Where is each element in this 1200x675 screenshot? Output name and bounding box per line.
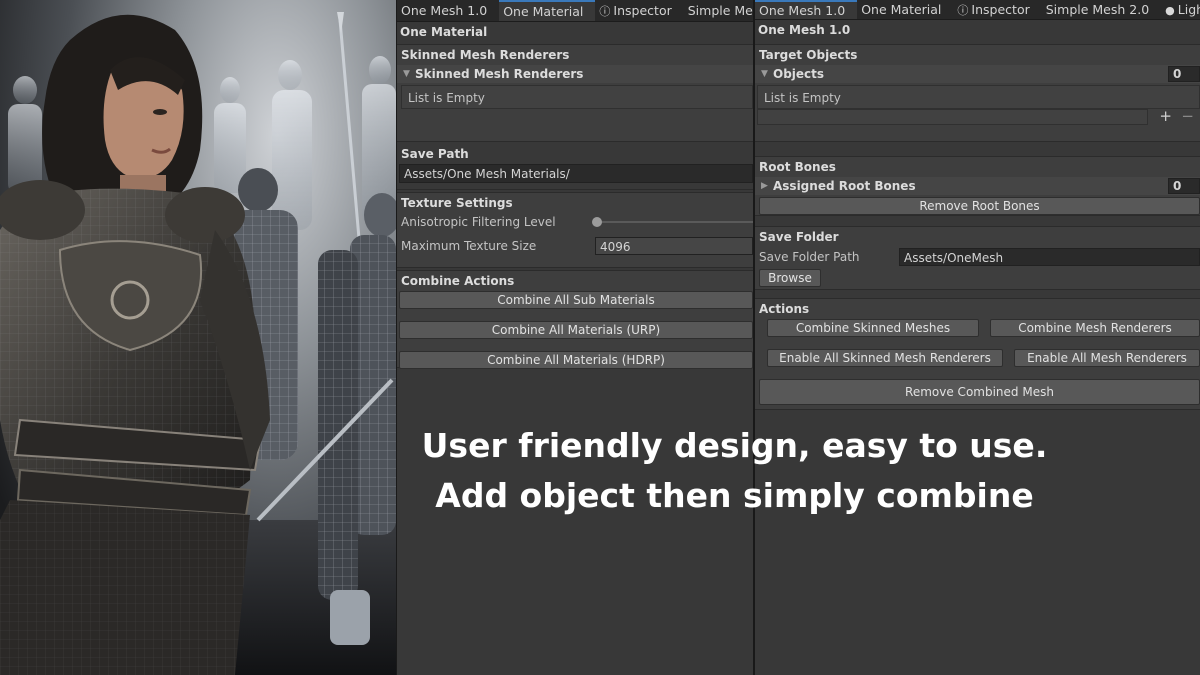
foldout-label: Skinned Mesh Renderers xyxy=(415,67,584,81)
aniso-row: Anisotropic Filtering Level xyxy=(397,213,753,231)
aniso-label: Anisotropic Filtering Level xyxy=(401,215,556,229)
save-folder-label: Save Folder Path xyxy=(759,250,860,264)
foldout-label: Assigned Root Bones xyxy=(773,179,916,193)
window-title: One Material xyxy=(400,25,488,39)
tab-label: One Material xyxy=(861,2,942,17)
tab-label: Lighti xyxy=(1177,2,1200,17)
save-path-section: Save Path Assets/One Mesh Materials/ xyxy=(397,144,753,190)
aniso-slider-thumb[interactable] xyxy=(592,217,602,227)
remove-item-button[interactable]: − xyxy=(1181,107,1194,125)
tab-label: One Material xyxy=(503,4,584,19)
remove-combined-mesh-button[interactable]: Remove Combined Mesh xyxy=(759,379,1200,405)
window-title: One Mesh 1.0 xyxy=(758,23,851,37)
add-item-button[interactable]: + xyxy=(1159,107,1172,125)
section-title: Save Folder xyxy=(759,230,839,244)
combine-sub-materials-button[interactable]: Combine All Sub Materials xyxy=(399,291,753,309)
tab-lighting[interactable]: ●Lighti xyxy=(1161,0,1200,19)
actions-section: Actions Combine Skinned Meshes Combine M… xyxy=(755,298,1200,410)
one-material-window: One Mesh 1.0 One Material ⓘ Inspector Sim… xyxy=(396,0,753,675)
objects-count-field[interactable]: 0 xyxy=(1168,66,1200,82)
bulb-icon: ● xyxy=(1165,4,1175,17)
max-texture-dropdown[interactable]: 4096 xyxy=(595,237,753,255)
triangle-down-icon: ▼ xyxy=(403,69,410,79)
combine-urp-button[interactable]: Combine All Materials (URP) xyxy=(399,321,753,339)
tab-simple-mesh[interactable]: Simple Mesh 2.0 xyxy=(1042,0,1161,19)
enable-skinned-renderers-button[interactable]: Enable All Skinned Mesh Renderers xyxy=(767,349,1003,367)
triangle-down-icon: ▼ xyxy=(761,69,768,79)
one-mesh-window: One Mesh 1.0 One Material ⓘ Inspector Sim… xyxy=(753,0,1200,675)
info-icon: ⓘ xyxy=(957,4,969,17)
tab-simple-mesh[interactable]: Simple Mesh 2 xyxy=(684,0,753,21)
objects-list: List is Empty xyxy=(757,85,1200,109)
tab-label: Inspector xyxy=(971,2,1030,17)
root-bones-foldout[interactable]: ▶ Assigned Root Bones 0 xyxy=(755,177,1200,195)
foldout-label: Objects xyxy=(773,67,825,81)
skinned-list: List is Empty xyxy=(401,85,753,109)
save-folder-section: Save Folder Save Folder Path Assets/OneM… xyxy=(755,226,1200,290)
target-objects-section: Target Objects ▼ Objects 0 List is Empty… xyxy=(755,44,1200,142)
remove-root-bones-button[interactable]: Remove Root Bones xyxy=(759,197,1200,215)
tab-label: Simple Mesh 2.0 xyxy=(1045,2,1150,17)
tab-label: Inspector xyxy=(613,3,672,18)
section-title: Root Bones xyxy=(759,160,836,174)
triangle-right-icon: ▶ xyxy=(761,181,768,191)
caption-line-1: User friendly design, easy to use. xyxy=(421,426,1048,465)
empty-list-label: List is Empty xyxy=(408,91,485,105)
max-texture-label: Maximum Texture Size xyxy=(401,239,537,253)
root-bones-section: Root Bones ▶ Assigned Root Bones 0 Remov… xyxy=(755,156,1200,216)
tab-one-material[interactable]: One Material xyxy=(857,0,953,19)
save-folder-field[interactable]: Assets/OneMesh xyxy=(899,248,1200,266)
root-bones-count-field[interactable]: 0 xyxy=(1168,178,1200,194)
objects-foldout[interactable]: ▼ Objects 0 xyxy=(755,65,1200,83)
info-icon: ⓘ xyxy=(599,5,611,18)
tab-label: Simple Mesh 2 xyxy=(687,3,753,18)
tab-one-mesh[interactable]: One Mesh 1.0 xyxy=(755,0,858,19)
actions-row-2: Enable All Skinned Mesh Renderers Enable… xyxy=(755,349,1200,367)
tab-label: One Mesh 1.0 xyxy=(401,3,488,18)
tab-inspector[interactable]: ⓘ Inspector xyxy=(595,0,683,21)
combine-skinned-meshes-button[interactable]: Combine Skinned Meshes xyxy=(767,319,979,337)
combine-actions-section: Combine Actions Combine All Sub Material… xyxy=(397,270,753,369)
empty-list-label: List is Empty xyxy=(764,91,841,105)
actions-row-1: Combine Skinned Meshes Combine Mesh Rend… xyxy=(755,319,1200,337)
section-title: Save Path xyxy=(401,147,469,161)
save-path-field[interactable]: Assets/One Mesh Materials/ xyxy=(399,164,753,183)
enable-mesh-renderers-button[interactable]: Enable All Mesh Renderers xyxy=(1014,349,1200,367)
panel2-tabbar: One Mesh 1.0 One Material ⓘ Inspector Sim… xyxy=(755,0,1200,20)
skinned-foldout[interactable]: ▼ Skinned Mesh Renderers xyxy=(397,65,753,83)
aniso-slider-track[interactable] xyxy=(597,221,753,223)
tab-inspector[interactable]: ⓘ Inspector xyxy=(953,0,1041,19)
warrior-artwork xyxy=(0,0,396,675)
section-title: Skinned Mesh Renderers xyxy=(401,48,570,62)
combine-hdrp-button[interactable]: Combine All Materials (HDRP) xyxy=(399,351,753,369)
section-title: Target Objects xyxy=(759,48,858,62)
section-title: Texture Settings xyxy=(401,196,513,210)
skinned-section: Skinned Mesh Renderers ▼ Skinned Mesh Re… xyxy=(397,44,753,142)
max-texture-row: Maximum Texture Size 4096 xyxy=(397,231,753,261)
save-folder-row: Save Folder Path Assets/OneMesh xyxy=(755,247,1200,267)
combine-mesh-renderers-button[interactable]: Combine Mesh Renderers xyxy=(990,319,1200,337)
section-title: Actions xyxy=(759,302,810,316)
caption-line-2: Add object then simply combine xyxy=(435,476,1034,515)
panel1-tabbar: One Mesh 1.0 One Material ⓘ Inspector Sim… xyxy=(397,0,753,22)
texture-settings-section: Texture Settings Anisotropic Filtering L… xyxy=(397,192,753,268)
tab-one-mesh[interactable]: One Mesh 1.0 xyxy=(397,0,499,21)
tab-one-material[interactable]: One Material xyxy=(499,0,596,21)
list-footer-bar xyxy=(757,109,1148,125)
browse-button[interactable]: Browse xyxy=(759,269,821,287)
artwork-illustration xyxy=(0,12,396,675)
list-footer: + − xyxy=(755,107,1200,127)
tab-label: One Mesh 1.0 xyxy=(759,3,846,18)
section-title: Combine Actions xyxy=(401,274,515,288)
